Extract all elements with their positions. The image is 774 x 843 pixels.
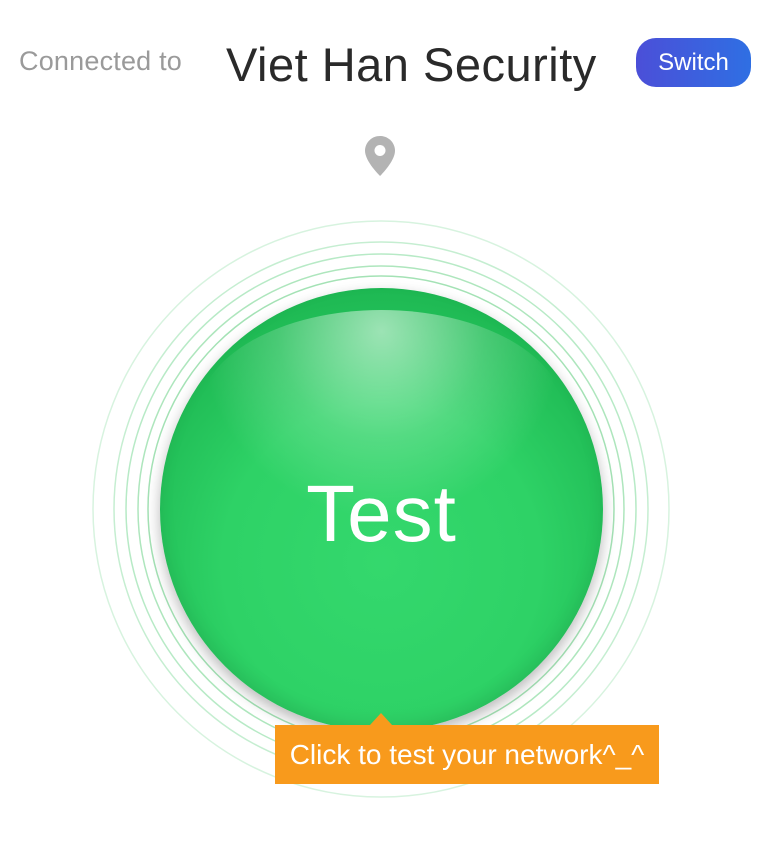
test-network-button[interactable]: Test (160, 288, 603, 731)
hint-tooltip: Click to test your network^_^ (275, 725, 659, 784)
switch-server-button[interactable]: Switch (636, 38, 751, 87)
network-test-screen: Connected to Viet Han Security Switch Te… (0, 0, 774, 843)
location-pin-icon (365, 136, 395, 176)
server-name: Viet Han Security (226, 38, 597, 91)
connected-to-label: Connected to (19, 46, 183, 76)
tooltip-arrow (370, 713, 392, 725)
test-button-label: Test (306, 468, 457, 558)
